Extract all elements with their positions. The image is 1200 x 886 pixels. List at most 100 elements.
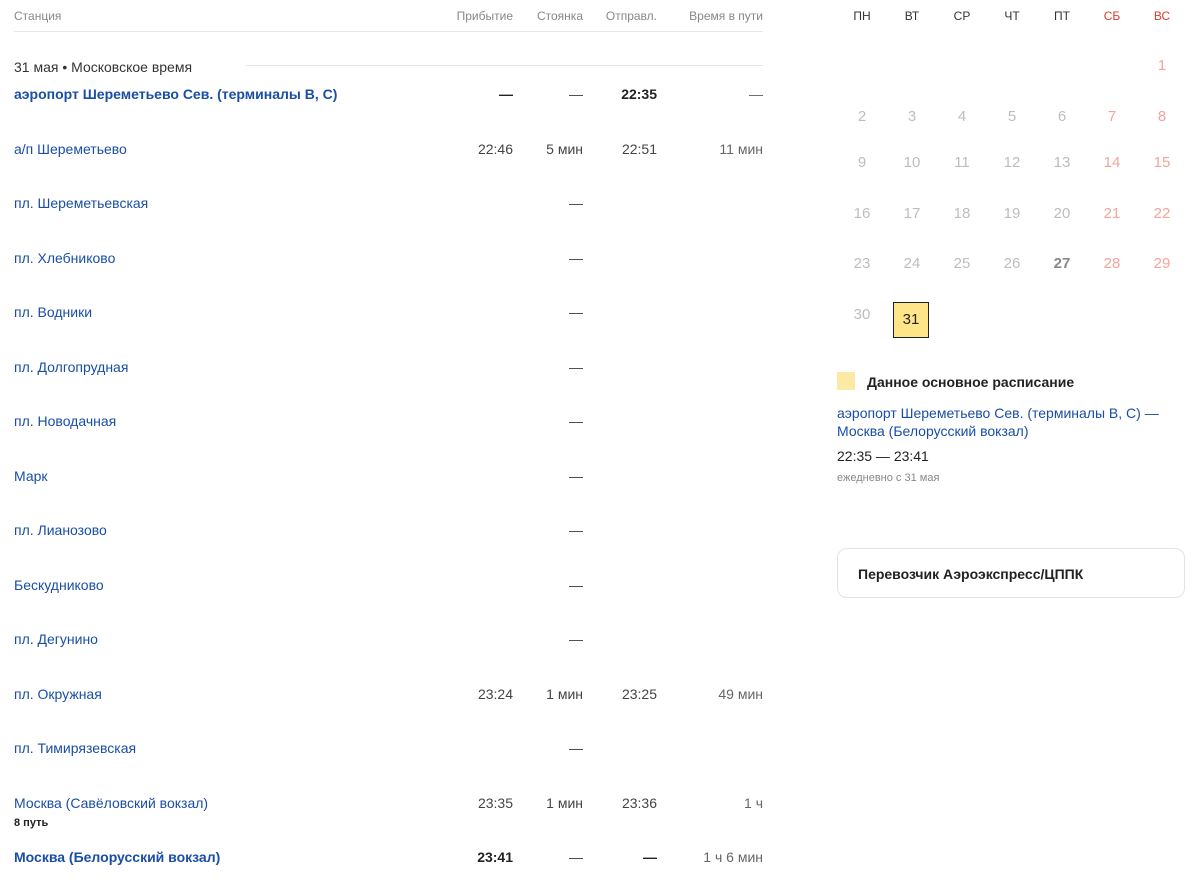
schedule-table: Станция Прибытие Стоянка Отправл. Время … xyxy=(14,0,763,886)
stop-duration: — xyxy=(569,522,583,538)
calendar-day-selected[interactable]: 31 xyxy=(893,302,929,338)
table-row: Москва (Савёловский вокзал) 23:35 1 мин 23:… xyxy=(14,777,763,832)
calendar-day[interactable]: 21 xyxy=(1087,197,1137,231)
header-stop: Стоянка xyxy=(536,9,583,23)
header-arrival: Прибытие xyxy=(456,9,513,23)
calendar-day[interactable]: 15 xyxy=(1137,146,1187,180)
calendar-day[interactable]: 14 xyxy=(1087,146,1137,180)
calendar-day[interactable]: 12 xyxy=(987,146,1037,180)
weekday-label: СР xyxy=(953,9,971,23)
calendar-day[interactable]: 20 xyxy=(1037,197,1087,231)
travel-time: 1 ч 6 мин xyxy=(703,849,763,865)
station-link[interactable]: пл. Тимирязевская xyxy=(14,740,136,756)
calendar-day[interactable]: 13 xyxy=(1037,146,1087,180)
station-link[interactable]: пл. Долгопрудная xyxy=(14,359,128,375)
table-row: пл. Тимирязевская — xyxy=(14,722,763,777)
calendar-day[interactable]: 30 xyxy=(837,298,887,332)
calendar-day[interactable]: 16 xyxy=(837,197,887,231)
carrier-label: Перевозчик Аэроэкспресс/ЦППК xyxy=(858,566,1084,582)
stop-duration: — xyxy=(569,358,583,375)
table-row: пл. Шереметьевская — xyxy=(14,177,763,232)
calendar-day[interactable]: 11 xyxy=(937,146,987,180)
station-link[interactable]: Бескудниково xyxy=(14,577,104,593)
table-row: пл. Дегунино — xyxy=(14,613,763,668)
travel-time: 49 мин xyxy=(718,685,763,702)
station-link[interactable]: пл. Шереметьевская xyxy=(14,195,148,211)
header-station: Станция xyxy=(14,9,62,23)
calendar-day[interactable]: 17 xyxy=(887,197,937,231)
stop-duration: 1 мин xyxy=(546,794,583,811)
stop-duration: 5 мин xyxy=(546,140,583,157)
legend-period: ежедневно с 31 мая xyxy=(837,472,940,484)
calendar-day[interactable]: 5 xyxy=(987,100,1037,134)
travel-time: 1 ч xyxy=(744,794,763,811)
header-travel-time: Время в пути xyxy=(689,9,763,23)
stop-duration: — xyxy=(569,195,583,211)
stop-duration: — xyxy=(569,631,583,647)
arrival-time: 23:41 xyxy=(477,849,513,865)
station-link[interactable]: пл. Дегунино xyxy=(14,631,98,647)
weekday-label: ЧТ xyxy=(1004,9,1020,23)
date-separator: 31 мая • Московское время xyxy=(14,32,763,75)
table-body: аэропорт Шереметьево Сев. (терминалы B, … xyxy=(14,68,763,886)
table-row: Марк — xyxy=(14,450,763,505)
station-link[interactable]: Москва (Белорусский вокзал) xyxy=(14,849,220,865)
calendar-day[interactable]: 23 xyxy=(837,247,887,281)
calendar-day[interactable]: 19 xyxy=(987,197,1037,231)
travel-time: — xyxy=(749,86,763,102)
stop-duration: — xyxy=(569,849,583,865)
header-departure: Отправл. xyxy=(605,9,657,23)
weekday-label: ВС xyxy=(1153,9,1171,23)
calendar-day[interactable]: 26 xyxy=(987,247,1037,281)
calendar-day[interactable]: 28 xyxy=(1087,247,1137,281)
stop-duration: — xyxy=(569,304,583,320)
weekday-label: ПТ xyxy=(1054,9,1070,23)
carrier-button[interactable]: Перевозчик Аэроэкспресс/ЦППК xyxy=(837,548,1185,598)
calendar-day[interactable]: 18 xyxy=(937,197,987,231)
table-row: пл. Окружная 23:24 1 мин 23:25 49 мин xyxy=(14,668,763,723)
station-link[interactable]: пл. Окружная xyxy=(14,686,102,702)
station-link[interactable]: пл. Водники xyxy=(14,304,92,320)
calendar-day[interactable]: 27 xyxy=(1037,247,1087,281)
station-link[interactable]: Москва (Савёловский вокзал) xyxy=(14,795,208,811)
calendar-day[interactable]: 29 xyxy=(1137,247,1187,281)
legend-route-link[interactable]: аэропорт Шереметьево Сев. (терминалы B, … xyxy=(837,404,1182,440)
departure-time: 22:51 xyxy=(621,140,657,157)
calendar-day[interactable]: 24 xyxy=(887,247,937,281)
calendar-day[interactable]: 22 xyxy=(1137,197,1187,231)
calendar-day[interactable]: 10 xyxy=(887,146,937,180)
travel-time: 11 мин xyxy=(719,140,763,157)
departure-time: — xyxy=(643,849,657,865)
legend-swatch xyxy=(837,372,855,390)
station-link[interactable]: пл. Лианозово xyxy=(14,522,107,538)
calendar-day[interactable]: 6 xyxy=(1037,100,1087,134)
stop-duration: — xyxy=(569,740,583,756)
departure-time: 22:35 xyxy=(621,86,657,102)
stop-duration: — xyxy=(569,413,583,429)
station-link[interactable]: Марк xyxy=(14,468,48,484)
table-row: пл. Водники — xyxy=(14,286,763,341)
stop-duration: — xyxy=(569,576,583,593)
calendar-day[interactable]: 9 xyxy=(837,146,887,180)
calendar-day[interactable]: 3 xyxy=(887,100,937,134)
station-link[interactable]: пл. Новодачная xyxy=(14,413,116,429)
table-row: пл. Новодачная — xyxy=(14,395,763,450)
table-row: аэропорт Шереметьево Сев. (терминалы B, … xyxy=(14,68,763,123)
calendar-day[interactable]: 7 xyxy=(1087,100,1137,134)
calendar-day[interactable]: 2 xyxy=(837,100,887,134)
weekday-label: ПН xyxy=(853,9,871,23)
calendar-day[interactable]: 25 xyxy=(937,247,987,281)
table-header: Станция Прибытие Стоянка Отправл. Время … xyxy=(14,0,763,32)
legend-title: Данное основное расписание xyxy=(867,374,1075,390)
table-row: пл. Лианозово — xyxy=(14,504,763,559)
calendar-day[interactable]: 8 xyxy=(1137,100,1187,134)
table-row: Москва (Белорусский вокзал) 23:41 — — 1 ч 6 … xyxy=(14,831,763,886)
legend-times: 22:35 — 23:41 xyxy=(837,448,929,464)
station-link[interactable]: а/п Шереметьево xyxy=(14,141,127,157)
station-link[interactable]: пл. Хлебниково xyxy=(14,250,115,266)
calendar-day[interactable]: 4 xyxy=(937,100,987,134)
arrival-time: 23:24 xyxy=(477,685,513,702)
station-link[interactable]: аэропорт Шереметьево Сев. (терминалы B, … xyxy=(14,86,337,102)
calendar-day[interactable]: 1 xyxy=(1137,49,1187,83)
departure-time: 23:36 xyxy=(621,794,657,811)
